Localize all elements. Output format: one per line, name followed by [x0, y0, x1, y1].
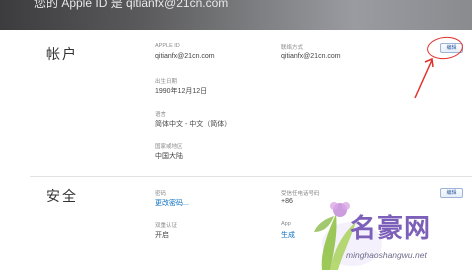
change-password-link[interactable]: 更改密码...	[155, 198, 189, 208]
watermark-url: minghaoshangwu.net	[346, 250, 427, 260]
birthday-label: 出生日期	[155, 79, 178, 85]
contact-value: qitianfx@21cn.com	[281, 53, 341, 60]
contact-label: 联络方式	[281, 45, 304, 51]
app-passwords-label: App	[281, 221, 291, 227]
trusted-phone-value: +86	[281, 198, 293, 205]
language-value: 简体中文 - 中文（简体）	[155, 121, 232, 128]
language-label: 语言	[155, 112, 167, 118]
birthday-value: 1990年12月12日	[155, 88, 208, 95]
account-section-title: 帐户	[46, 46, 78, 62]
annotation-arrow-icon	[414, 57, 434, 99]
region-value: 中国大陆	[155, 153, 183, 160]
security-section-title: 安全	[46, 188, 78, 204]
password-label: 密码	[155, 191, 167, 197]
apple-id-label: APPLE ID	[155, 43, 180, 49]
apple-id-value: qitianfx@21cn.com	[155, 53, 215, 60]
watermark-text: 名豪网	[350, 214, 432, 244]
region-label: 国家或地区	[155, 144, 183, 150]
top-banner: 您的 Apple ID 是 qitianfx@21cn.com	[0, 0, 472, 30]
two-step-value: 开启	[155, 232, 169, 239]
banner-text: 您的 Apple ID 是 qitianfx@21cn.com	[34, 0, 229, 10]
two-step-label: 双重认证	[155, 223, 178, 229]
section-divider	[30, 176, 472, 177]
app-passwords-link[interactable]: 生成	[281, 230, 295, 240]
